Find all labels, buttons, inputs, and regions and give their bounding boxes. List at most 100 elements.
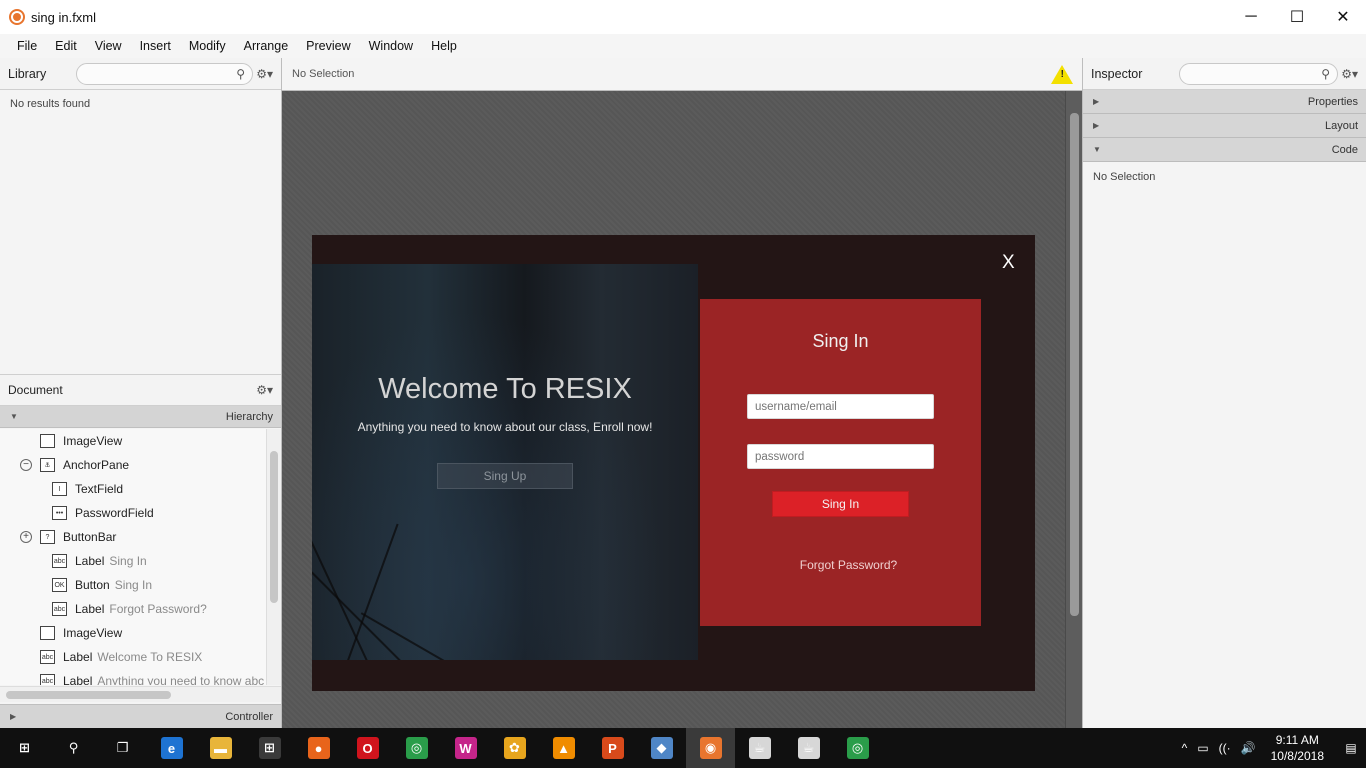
taskbar-button[interactable]: ✿ bbox=[490, 728, 539, 768]
taskbar-button[interactable]: W bbox=[441, 728, 490, 768]
username-field[interactable] bbox=[747, 394, 934, 419]
scene-close-button[interactable]: X bbox=[1002, 252, 1015, 274]
taskbar-button[interactable]: ⚲ bbox=[49, 728, 98, 768]
hierarchy-horizontal-scrollbar[interactable] bbox=[0, 686, 281, 702]
label-icon: abc bbox=[52, 554, 67, 568]
tree-row-label: ButtonBar bbox=[63, 530, 117, 544]
forgot-password-link[interactable]: Forgot Password? bbox=[700, 558, 997, 572]
scrollbar-thumb[interactable] bbox=[270, 451, 278, 603]
tree-row[interactable]: abc Label Forgot Password? bbox=[0, 597, 266, 621]
network-icon[interactable]: ((· bbox=[1219, 741, 1231, 755]
menu-preview[interactable]: Preview bbox=[297, 39, 359, 53]
menu-help[interactable]: Help bbox=[422, 39, 466, 53]
maximize-button[interactable]: ☐ bbox=[1274, 0, 1320, 34]
tree-row-text: Welcome To RESIX bbox=[97, 650, 203, 664]
tree-row[interactable]: I TextField bbox=[0, 477, 266, 501]
virtualbox-icon: ◆ bbox=[650, 737, 673, 759]
tree-row[interactable]: ImageView bbox=[0, 429, 266, 453]
sign-in-title[interactable]: Sing In bbox=[700, 331, 981, 352]
sign-in-button[interactable]: Sing In bbox=[772, 491, 909, 517]
close-button[interactable]: ✕ bbox=[1320, 0, 1366, 34]
menu-file[interactable]: File bbox=[8, 39, 46, 53]
menu-view[interactable]: View bbox=[86, 39, 131, 53]
menu-arrange[interactable]: Arrange bbox=[235, 39, 297, 53]
minimize-button[interactable]: ─ bbox=[1228, 0, 1274, 34]
library-label: Library bbox=[8, 66, 47, 81]
inspector-gear-icon[interactable]: ⚙▾ bbox=[1338, 67, 1358, 81]
code-section[interactable]: ▼ Code bbox=[1083, 138, 1366, 162]
menu-edit[interactable]: Edit bbox=[46, 39, 86, 53]
tree-row[interactable]: abc Label Anything you need to know abc bbox=[0, 669, 266, 685]
taskbar-button[interactable]: ◆ bbox=[637, 728, 686, 768]
sign-up-button[interactable]: Sing Up bbox=[437, 463, 573, 489]
taskbar-button[interactable]: ☕ bbox=[735, 728, 784, 768]
menu-insert[interactable]: Insert bbox=[131, 39, 180, 53]
label-icon: abc bbox=[52, 602, 67, 616]
taskbar-button[interactable]: ⊞ bbox=[0, 728, 49, 768]
properties-section[interactable]: ▶ Properties bbox=[1083, 90, 1366, 114]
taskbar-apps: ⊞ ⚲ ❐ e ▬ ⊞ ● O ◎ W ✿ ▲ P ◆ ◉ ☕ ☕ ◎ bbox=[0, 728, 882, 768]
controller-section[interactable]: ▶ Controller bbox=[0, 704, 281, 728]
collapse-icon[interactable]: − bbox=[20, 459, 32, 471]
library-search-input[interactable]: ⚲ bbox=[76, 62, 253, 85]
tree-row[interactable]: OK Button Sing In bbox=[0, 573, 266, 597]
taskbar-button[interactable]: ◎ bbox=[833, 728, 882, 768]
search-icon: ⚲ bbox=[1321, 66, 1330, 81]
password-field[interactable] bbox=[747, 444, 934, 469]
taskbar-button[interactable]: ● bbox=[294, 728, 343, 768]
background-image[interactable] bbox=[312, 264, 698, 660]
scrollbar-thumb[interactable] bbox=[6, 691, 171, 699]
scrollbar-thumb[interactable] bbox=[1070, 113, 1079, 616]
code-label: Code bbox=[1331, 143, 1358, 156]
taskbar-button[interactable]: ▬ bbox=[196, 728, 245, 768]
branch-shape bbox=[360, 612, 483, 660]
taskbar-button[interactable]: e bbox=[147, 728, 196, 768]
clock[interactable]: 9:11 AM 10/8/2018 bbox=[1271, 732, 1324, 764]
inspector-label: Inspector bbox=[1091, 66, 1143, 81]
design-canvas[interactable]: X Welcome To RESIX Anything you need to … bbox=[282, 91, 1065, 728]
tree-row[interactable]: abc Label Sing In bbox=[0, 549, 266, 573]
notifications-icon[interactable]: ▤ bbox=[1336, 728, 1366, 768]
task-view-icon: ❐ bbox=[111, 737, 134, 759]
tray-overflow-icon[interactable]: ^ bbox=[1182, 741, 1188, 755]
menu-modify[interactable]: Modify bbox=[180, 39, 235, 53]
passwordfield-icon: ••• bbox=[52, 506, 67, 520]
opera-icon: O bbox=[356, 737, 379, 759]
chrome-icon: ◎ bbox=[405, 737, 428, 759]
layout-section[interactable]: ▶ Layout bbox=[1083, 114, 1366, 138]
tree-row[interactable]: abc Label Welcome To RESIX bbox=[0, 645, 266, 669]
menu-window[interactable]: Window bbox=[360, 39, 422, 53]
battery-icon[interactable]: ▭ bbox=[1197, 741, 1208, 755]
document-gear-icon[interactable]: ⚙▾ bbox=[253, 383, 273, 397]
hierarchy-section[interactable]: ▼ Hierarchy bbox=[0, 406, 281, 428]
scene-builder-app-icon bbox=[9, 9, 25, 25]
hierarchy-vertical-scrollbar[interactable] bbox=[266, 429, 281, 685]
scene-root[interactable]: X Welcome To RESIX Anything you need to … bbox=[312, 235, 1035, 691]
welcome-title[interactable]: Welcome To RESIX bbox=[312, 373, 698, 406]
collapse-arrow-icon: ▼ bbox=[1093, 145, 1101, 154]
library-gear-icon[interactable]: ⚙▾ bbox=[253, 67, 273, 81]
taskbar-button[interactable]: ⊞ bbox=[245, 728, 294, 768]
taskbar-button[interactable]: ☕ bbox=[784, 728, 833, 768]
welcome-tagline[interactable]: Anything you need to know about our clas… bbox=[312, 420, 698, 434]
label-icon: abc bbox=[40, 674, 55, 685]
volume-icon[interactable]: 🔊 bbox=[1241, 741, 1256, 755]
taskbar-button[interactable]: P bbox=[588, 728, 637, 768]
tree-row[interactable]: ImageView bbox=[0, 621, 266, 645]
tree-row[interactable]: − ⚓ AnchorPane bbox=[0, 453, 266, 477]
sign-in-card[interactable]: Sing In Sing In Forgot Password? bbox=[700, 299, 981, 626]
taskbar-button[interactable]: ❐ bbox=[98, 728, 147, 768]
taskbar-button[interactable]: ◎ bbox=[392, 728, 441, 768]
canvas-vertical-scrollbar[interactable] bbox=[1065, 91, 1082, 728]
taskbar-button[interactable]: ◉ bbox=[686, 728, 735, 768]
imageview-icon bbox=[40, 434, 55, 448]
taskbar-button[interactable]: O bbox=[343, 728, 392, 768]
warning-mark: ! bbox=[1060, 69, 1064, 80]
expand-icon[interactable]: + bbox=[20, 531, 32, 543]
tree-row[interactable]: +? ButtonBar bbox=[0, 525, 266, 549]
tree-row[interactable]: ••• PasswordField bbox=[0, 501, 266, 525]
expand-arrow-icon: ▶ bbox=[10, 712, 17, 721]
taskbar-button[interactable]: ▲ bbox=[539, 728, 588, 768]
inspector-search-input[interactable]: ⚲ bbox=[1179, 62, 1338, 85]
wamp-icon: W bbox=[454, 737, 477, 759]
